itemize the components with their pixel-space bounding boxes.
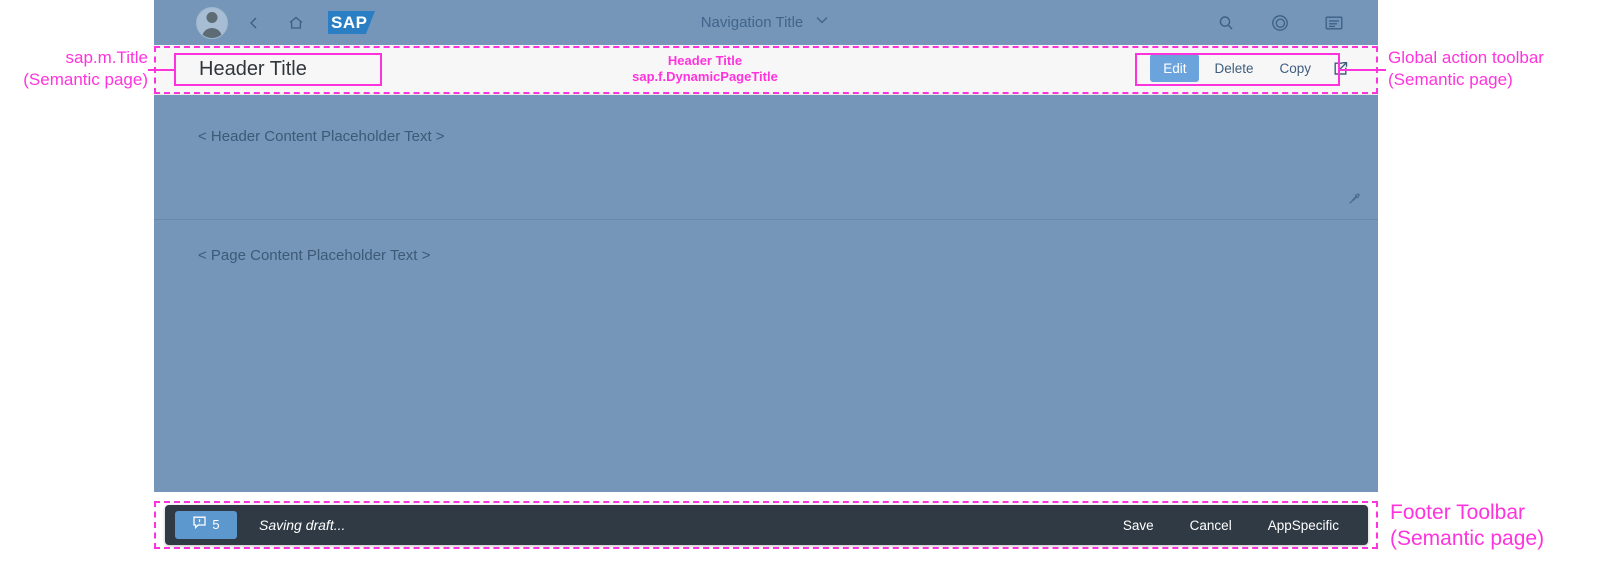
annotation-label-toolbar-right-line2: (Semantic page) xyxy=(1388,70,1513,89)
footer-status-text: Saving draft... xyxy=(259,517,346,533)
annotation-label-title-left-line2: (Semantic page) xyxy=(23,70,148,89)
annotation-label-toolbar-right-line1: Global action toolbar xyxy=(1388,48,1544,67)
annotation-label-title-left: sap.m.Title (Semantic page) xyxy=(0,47,148,91)
pin-icon[interactable] xyxy=(1343,188,1365,210)
avatar-body xyxy=(202,27,222,38)
dynamic-page-header-content: < Header Content Placeholder Text > xyxy=(154,95,1378,220)
annotation-label-footer-right-line1: Footer Toolbar xyxy=(1390,501,1526,524)
annotation-label-title-left-line1: sap.m.Title xyxy=(65,48,148,67)
annotation-label-footer-right: Footer Toolbar (Semantic page) xyxy=(1390,500,1544,552)
delete-button[interactable]: Delete xyxy=(1203,54,1264,82)
sap-logo-text: SAP xyxy=(331,13,368,32)
shell-bar-left-group: SAP xyxy=(154,6,375,39)
copy-button[interactable]: Copy xyxy=(1268,54,1322,82)
application-frame: SAP Navigation Title Header Title Edit D… xyxy=(154,0,1378,563)
back-icon[interactable] xyxy=(238,7,270,39)
footer-toolbar: 5 Saving draft... Save Cancel AppSpecifi… xyxy=(165,505,1368,545)
avatar-head xyxy=(206,11,218,23)
page-title: Header Title xyxy=(199,58,307,80)
alert-icon xyxy=(192,515,207,535)
share-icon[interactable] xyxy=(1326,55,1354,81)
copilot-icon[interactable] xyxy=(1264,7,1296,39)
menu-icon[interactable] xyxy=(1318,7,1350,39)
save-button[interactable]: Save xyxy=(1110,510,1167,540)
cancel-button[interactable]: Cancel xyxy=(1177,510,1245,540)
edit-button[interactable]: Edit xyxy=(1150,54,1200,82)
home-icon[interactable] xyxy=(280,7,312,39)
shell-bar: SAP Navigation Title xyxy=(154,0,1378,45)
dynamic-page-content: < Page Content Placeholder Text > xyxy=(154,220,1378,492)
annotation-label-footer-right-line2: (Semantic page) xyxy=(1390,527,1545,550)
shell-bar-right-group xyxy=(1210,0,1350,45)
dynamic-page-title: Header Title Edit Delete Copy xyxy=(154,45,1378,95)
avatar[interactable] xyxy=(196,6,228,39)
message-count: 5 xyxy=(212,517,220,532)
appspecific-button[interactable]: AppSpecific xyxy=(1255,510,1352,540)
header-content-placeholder: < Header Content Placeholder Text > xyxy=(198,128,445,145)
page-content-placeholder: < Page Content Placeholder Text > xyxy=(198,247,431,264)
annotation-label-toolbar-right: Global action toolbar (Semantic page) xyxy=(1388,47,1544,91)
footer-action-group: Save Cancel AppSpecific xyxy=(1110,510,1352,540)
sap-logo[interactable]: SAP xyxy=(328,11,375,34)
search-icon[interactable] xyxy=(1210,7,1242,39)
navigation-title[interactable]: Navigation Title xyxy=(701,14,804,31)
global-action-toolbar: Edit Delete Copy xyxy=(1150,54,1354,82)
chevron-down-icon[interactable] xyxy=(813,11,831,34)
message-popover-button[interactable]: 5 xyxy=(175,511,237,539)
